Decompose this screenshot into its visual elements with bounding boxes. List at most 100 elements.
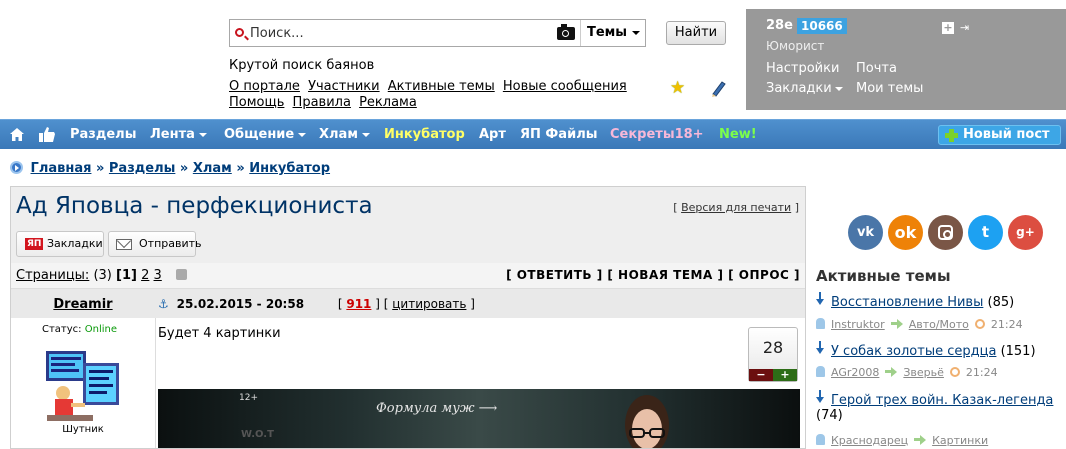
breadcrumb-incubator[interactable]: Инкубатор (249, 161, 330, 176)
page-link-2[interactable]: 2 (141, 268, 149, 283)
search-input[interactable] (250, 23, 570, 43)
active-topic-user[interactable]: Instruktor (831, 318, 885, 331)
bookmarks-menu[interactable]: Закладки (766, 81, 843, 96)
breadcrumb-home[interactable]: Главная (31, 161, 92, 176)
chevron-down-icon (198, 132, 207, 137)
nav-social[interactable]: Общение (224, 127, 307, 142)
page-title: Ад Яповца - перфекциониста (16, 193, 373, 219)
clock-icon (949, 367, 960, 377)
mail-link[interactable]: Почта (856, 61, 897, 76)
nav-social-label: Общение (224, 127, 295, 142)
user-title: Юморист (766, 39, 825, 53)
print-version-link[interactable]: Версия для печати (681, 201, 791, 214)
nav-junk[interactable]: Хлам (319, 127, 370, 142)
nav-incubator[interactable]: Инкубатор (384, 127, 465, 142)
vote-plus-button[interactable]: + (773, 369, 797, 381)
arrow-right-icon (890, 319, 903, 329)
vote-minus-button[interactable]: − (749, 369, 773, 381)
bookmarks-menu-label: Закладки (766, 81, 832, 96)
post-author[interactable]: Dreamir (11, 297, 155, 312)
active-topic-link[interactable]: Герой трех войн. Казак-легенда (831, 393, 1053, 408)
chevron-down-icon (298, 132, 307, 137)
active-topic-section[interactable]: Авто/Мото (909, 318, 969, 331)
link-help[interactable]: Помощь (229, 95, 284, 110)
thumbs-up-icon[interactable] (39, 127, 55, 142)
active-topic-user[interactable]: Краснодарец (831, 434, 908, 447)
nav-art[interactable]: Арт (479, 127, 506, 142)
breadcrumb-separator: » (179, 161, 189, 176)
vk-icon[interactable]: vk (848, 215, 883, 250)
vote-widget: 28 − + (748, 327, 798, 382)
send-button[interactable]: Отправить (108, 231, 202, 257)
page-link-3[interactable]: 3 (154, 268, 162, 283)
active-topic-link[interactable]: Восстановление Нивы (831, 295, 983, 310)
new-topic-button[interactable]: НОВАЯ ТЕМА (618, 268, 713, 282)
author-column: Статус: Online Шутник (11, 318, 155, 448)
author-status: Статус: Online (42, 324, 117, 335)
pages-dropdown-icon[interactable] (175, 269, 187, 280)
plus-icon (945, 129, 958, 142)
new-post-button[interactable]: Новый пост (938, 125, 1061, 145)
user-icon (816, 318, 825, 329)
google-plus-icon[interactable]: g+ (1008, 215, 1043, 250)
arrow-down-icon (816, 390, 824, 403)
search-scope-select[interactable]: Темы (580, 20, 646, 46)
pages-count: (3) (93, 268, 112, 283)
star-icon[interactable]: ★ (670, 79, 685, 97)
link-members[interactable]: Участники (308, 79, 380, 94)
quote-link[interactable]: цитировать (392, 297, 466, 311)
link-ads[interactable]: Реклама (359, 95, 417, 110)
avatar[interactable] (43, 349, 123, 424)
bookmarks-button[interactable]: ЯП Закладки (16, 231, 104, 257)
breadcrumb-junk[interactable]: Хлам (193, 161, 232, 176)
print-version: [ Версия для печати ] (673, 201, 799, 214)
camera-icon[interactable] (557, 24, 575, 40)
walking-man-icon[interactable]: ⇥ (960, 21, 969, 34)
nav-secrets[interactable]: Секреты18+ (610, 127, 704, 142)
user-icon (816, 434, 825, 445)
active-topic-user[interactable]: AGr2008 (831, 366, 879, 379)
search-button[interactable]: Найти (666, 21, 726, 45)
topic-header: Ад Яповца - перфекциониста [ Версия для … (11, 187, 805, 263)
settings-link[interactable]: Настройки (766, 61, 839, 76)
arrow-down-icon (816, 292, 824, 305)
my-topics-link[interactable]: Мои темы (856, 81, 923, 96)
link-about[interactable]: О портале (229, 79, 300, 94)
active-topic-link[interactable]: У собак золотые сердца (831, 344, 996, 359)
topic-actions: [ ОТВЕТИТЬ ] [ НОВАЯ ТЕМА ] [ ОПРОС ] (506, 268, 800, 282)
active-topic-meta: AGr2008 Зверьё 21:24 (816, 366, 998, 379)
nav-new[interactable]: New! (719, 127, 757, 142)
poll-button[interactable]: ОПРОС (739, 268, 790, 282)
odnoklassniki-icon[interactable]: ok (888, 215, 923, 250)
play-bullet-icon (10, 161, 23, 174)
active-topic-section[interactable]: Зверьё (903, 366, 944, 379)
instagram-icon[interactable] (928, 215, 963, 250)
link-rules[interactable]: Правила (293, 95, 351, 110)
author-rank: Шутник (62, 424, 104, 435)
user-name[interactable]: 28e (766, 18, 793, 33)
home-icon[interactable] (10, 128, 24, 141)
pages-label[interactable]: Страницы: (16, 268, 89, 283)
plus-square-icon[interactable]: + (942, 22, 954, 34)
yp-logo-icon: ЯП (25, 238, 44, 250)
link-active-topics[interactable]: Активные темы (388, 79, 495, 94)
image-chalk-text: Формула муж ⟶ (376, 401, 498, 416)
active-topic-section[interactable]: Картинки (932, 434, 988, 447)
active-topic-time: 21:24 (965, 366, 998, 379)
active-topic-count: (85) (987, 295, 1015, 310)
nav-feed[interactable]: Лента (150, 127, 207, 142)
twitter-icon[interactable]: t (968, 215, 1003, 250)
nav-sections[interactable]: Разделы (70, 127, 136, 142)
nav-files[interactable]: ЯП Файлы (520, 127, 597, 142)
breadcrumb-separator: » (95, 161, 105, 176)
link-new-messages[interactable]: Новые сообщения (503, 79, 627, 94)
pagination-row: Страницы: (3) [1] 2 3 [ ОТВЕТИТЬ ] [ НОВ… (11, 263, 805, 288)
breadcrumb-sections[interactable]: Разделы (109, 161, 175, 176)
post-number[interactable]: 911 (346, 297, 371, 311)
pencil-icon[interactable] (710, 80, 727, 97)
image-age-badge: 12+ (239, 393, 258, 403)
reply-button[interactable]: ОТВЕТИТЬ (517, 268, 592, 282)
post-image[interactable]: 12+ Формула муж ⟶ W.O.T (158, 389, 800, 448)
anchor-icon[interactable]: ⚓ (158, 297, 169, 311)
post-date: 25.02.2015 - 20:58 (176, 297, 305, 311)
